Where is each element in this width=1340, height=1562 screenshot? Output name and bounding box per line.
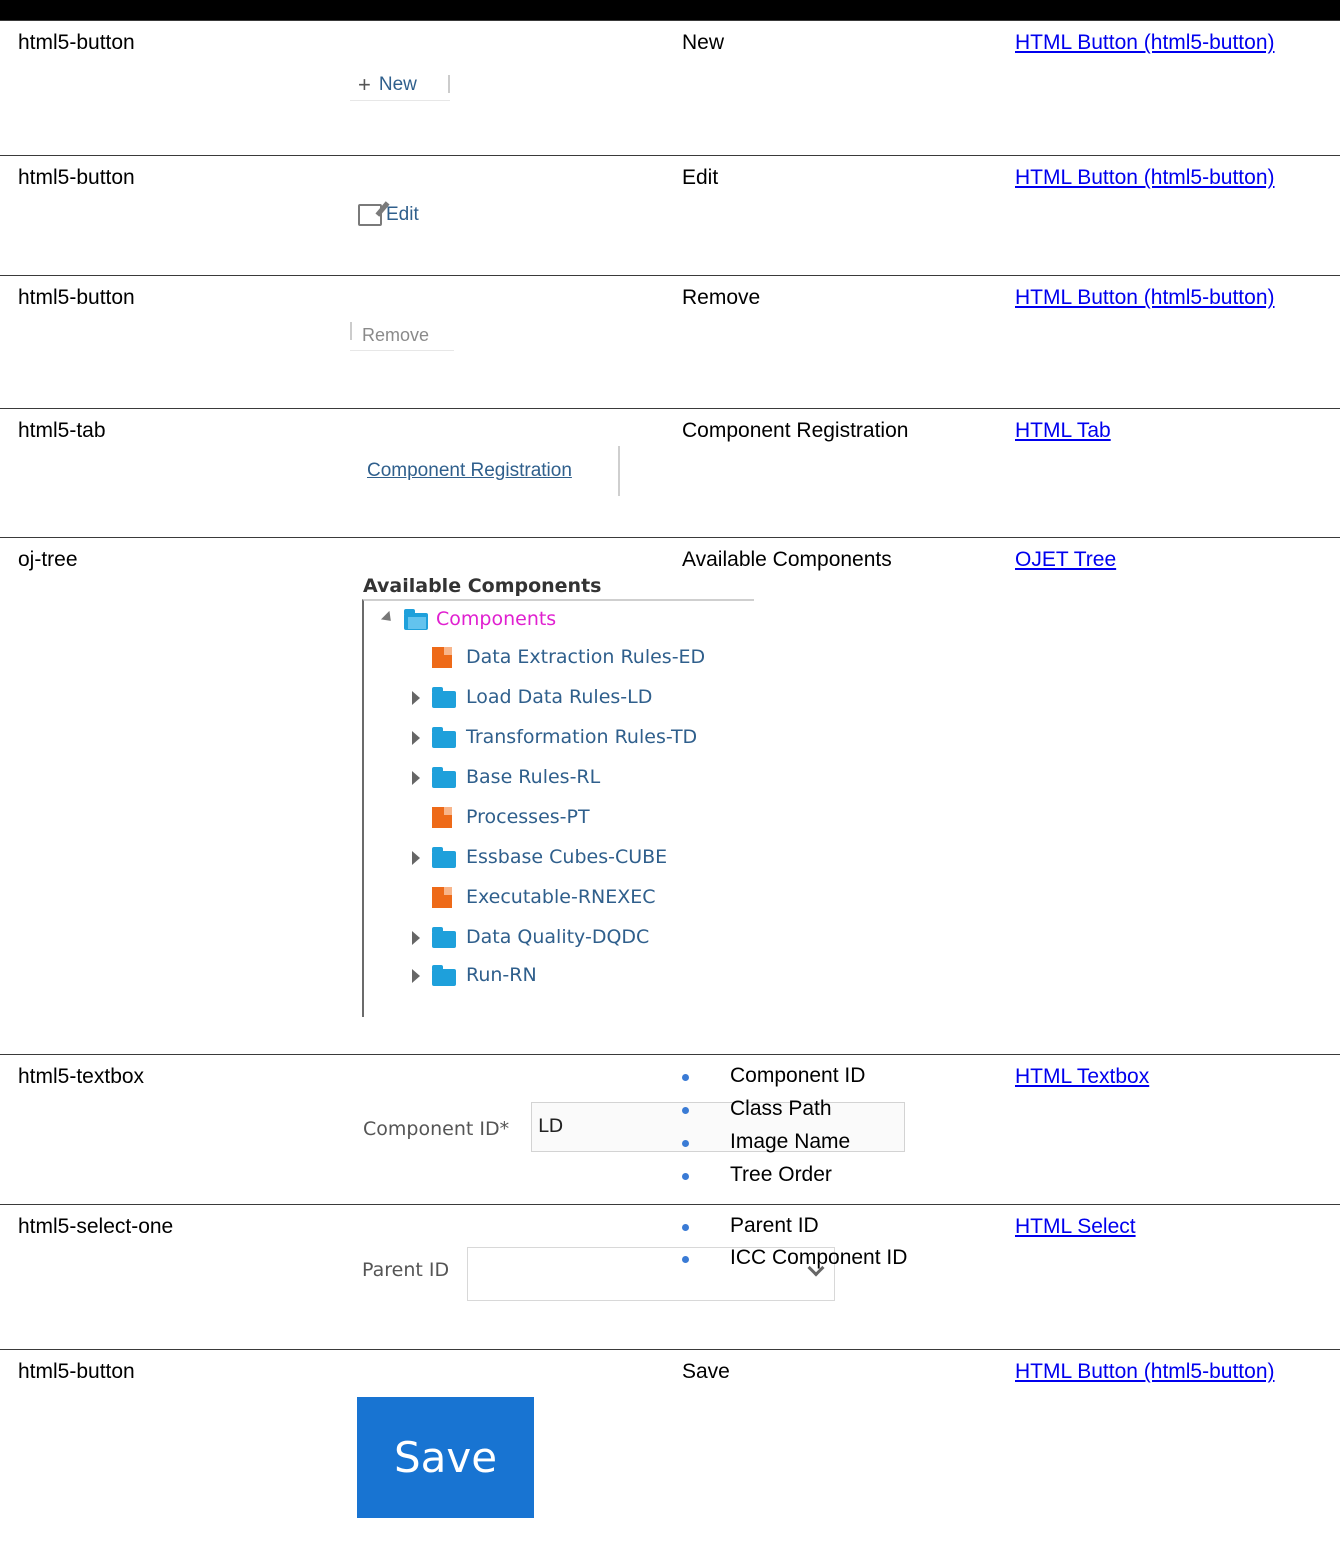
tree-node-label: Essbase Cubes-CUBE: [466, 846, 668, 868]
tree-node-label: Run-RN: [466, 964, 537, 986]
tree-node-label: Transformation Rules-TD: [466, 726, 698, 748]
list-item-text: Parent ID: [730, 1214, 819, 1237]
component-id-value: LD: [538, 1115, 564, 1137]
control-description: Edit: [682, 166, 719, 189]
open-folder-icon: [404, 609, 428, 630]
tree-node-label: Data Quality-DQDC: [466, 926, 650, 948]
table-row: html5-button Edit HTML Button (html5-but…: [0, 155, 1340, 276]
remove-button-label: Remove: [362, 324, 430, 345]
folder-icon: [432, 927, 456, 948]
bullet-icon: [682, 1074, 689, 1081]
bullet-icon: [682, 1256, 689, 1263]
tab-component-registration[interactable]: Component Registration: [367, 460, 572, 482]
table-row: html5-button Save HTML Button (html5-but…: [0, 1349, 1340, 1550]
list-item-text: ICC Component ID: [730, 1246, 908, 1269]
collapsed-arrow-icon[interactable]: [412, 851, 420, 865]
control-description: New: [682, 31, 725, 54]
edit-button-shot[interactable]: Edit: [350, 200, 448, 230]
reference-link[interactable]: HTML Select: [1015, 1215, 1136, 1239]
divider: [448, 75, 450, 93]
bullet-icon: [682, 1107, 689, 1114]
tree-node-label: Data Extraction Rules-ED: [466, 646, 706, 668]
reference-link[interactable]: HTML Button (html5-button): [1015, 286, 1275, 310]
collapsed-arrow-icon[interactable]: [412, 771, 420, 785]
save-button[interactable]: Save: [357, 1397, 534, 1518]
tree-node-label: Executable-RNEXEC: [466, 886, 656, 908]
remove-button-shot[interactable]: Remove: [350, 320, 454, 351]
reference-link[interactable]: HTML Button (html5-button): [1015, 1360, 1275, 1384]
document-icon: [432, 807, 452, 828]
table-row: html5-button New HTML Button (html5-butt…: [0, 20, 1340, 156]
table-row: html5-button Remove HTML Button (html5-b…: [0, 275, 1340, 409]
bullet-icon: [682, 1140, 689, 1147]
tab-divider: [618, 446, 620, 496]
reference-link[interactable]: HTML Button (html5-button): [1015, 31, 1275, 55]
collapsed-arrow-icon[interactable]: [412, 691, 420, 705]
list-item-text: Image Name: [730, 1130, 851, 1153]
control-type: html5-button: [18, 166, 135, 189]
reference-link[interactable]: HTML Tab: [1015, 419, 1111, 443]
folder-icon: [432, 687, 456, 708]
divider: [350, 322, 352, 340]
table-row: html5-tab Component Registration HTML Ta…: [0, 408, 1340, 538]
tree-node-label: Base Rules-RL: [466, 766, 601, 788]
reference-link[interactable]: OJET Tree: [1015, 548, 1116, 572]
collapsed-arrow-icon[interactable]: [412, 969, 420, 983]
control-type: oj-tree: [18, 548, 78, 571]
control-type: html5-textbox: [18, 1065, 145, 1088]
folder-icon: [432, 965, 456, 986]
top-border-bar: [0, 0, 1340, 20]
tree-node-label: Components: [436, 608, 557, 630]
folder-icon: [432, 727, 456, 748]
component-id-label: Component ID*: [363, 1118, 510, 1140]
bullet-icon: [682, 1224, 689, 1231]
control-description: Component Registration: [682, 419, 909, 442]
list-item-text: Tree Order: [730, 1163, 832, 1186]
plus-icon: +: [358, 72, 371, 97]
list-item-text: Class Path: [730, 1097, 832, 1120]
folder-icon: [432, 767, 456, 788]
document-icon: [432, 647, 452, 668]
edit-icon: [358, 204, 382, 226]
control-description: Save: [682, 1360, 730, 1383]
new-button-label: New: [378, 74, 417, 95]
control-type: html5-button: [18, 286, 135, 309]
tree-title: Available Components: [363, 575, 602, 597]
reference-link[interactable]: HTML Button (html5-button): [1015, 166, 1275, 190]
tree-node-label: Load Data Rules-LD: [466, 686, 653, 708]
control-type: html5-tab: [18, 419, 106, 442]
bullet-icon: [682, 1173, 689, 1180]
control-type: html5-select-one: [18, 1215, 174, 1238]
list-item-text: Component ID: [730, 1064, 866, 1087]
edit-button-label: Edit: [386, 204, 419, 225]
control-description: Available Components: [682, 548, 892, 571]
document-icon: [432, 887, 452, 908]
new-button-shot[interactable]: + New: [350, 70, 450, 101]
collapsed-arrow-icon[interactable]: [412, 931, 420, 945]
collapsed-arrow-icon[interactable]: [412, 731, 420, 745]
reference-link[interactable]: HTML Textbox: [1015, 1065, 1149, 1089]
parent-id-label: Parent ID: [362, 1259, 450, 1281]
control-description: Remove: [682, 286, 761, 309]
folder-icon: [432, 847, 456, 868]
tree-node-label: Processes-PT: [466, 806, 590, 828]
control-type: html5-button: [18, 31, 135, 54]
control-type: html5-button: [18, 1360, 135, 1383]
